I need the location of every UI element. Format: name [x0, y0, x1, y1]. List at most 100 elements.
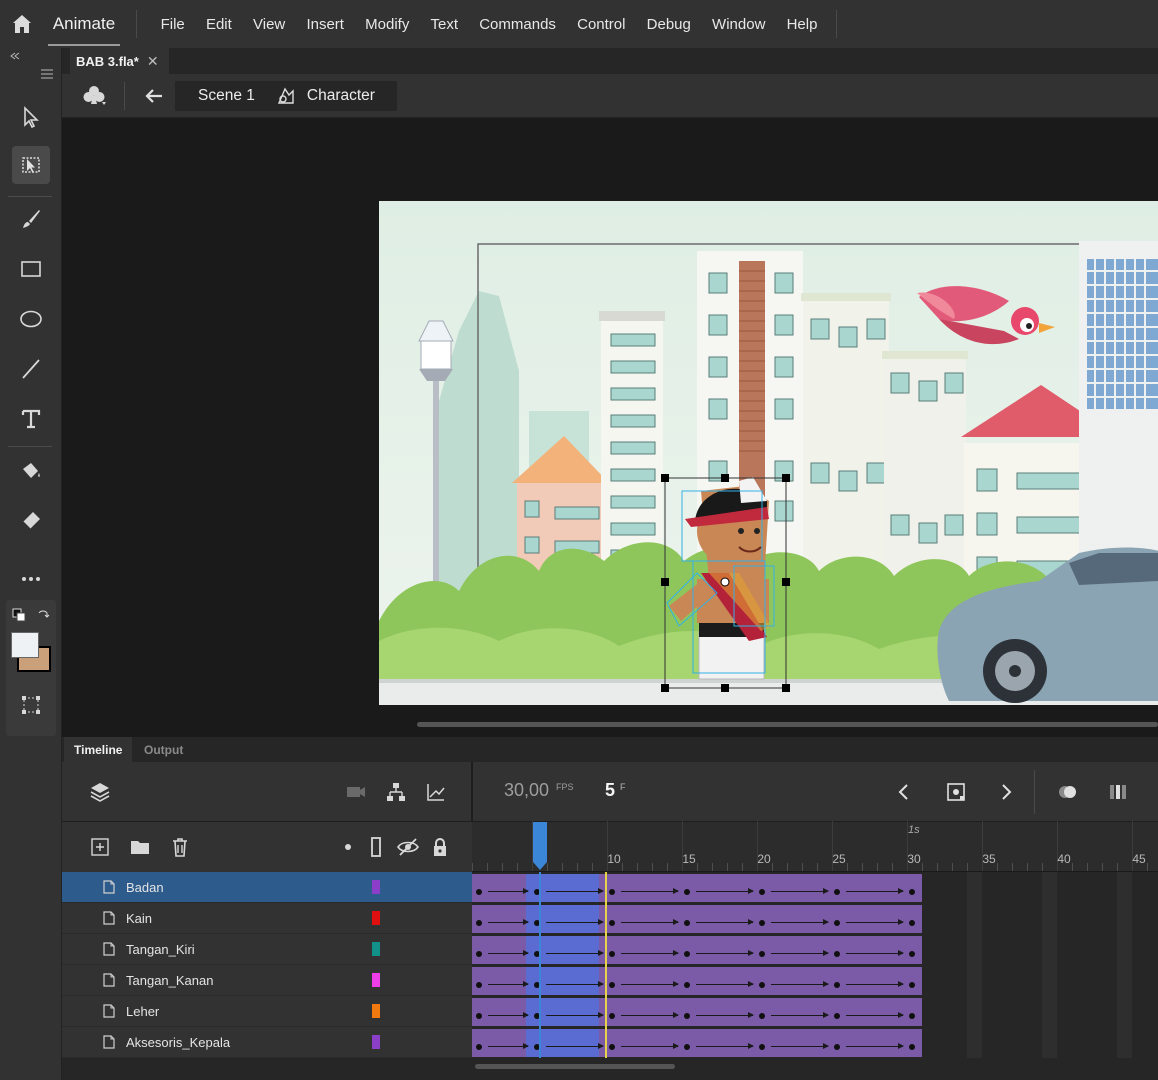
menu-file[interactable]: File — [150, 16, 195, 33]
keyframe[interactable] — [609, 1044, 615, 1050]
selected-frames[interactable] — [526, 1029, 599, 1057]
home-icon[interactable] — [10, 12, 34, 36]
menu-insert[interactable]: Insert — [296, 16, 355, 33]
frame-grid[interactable] — [472, 872, 1158, 1058]
previous-frame-icon[interactable] — [892, 780, 916, 804]
menu-debug[interactable]: Debug — [636, 16, 701, 33]
keyframe[interactable] — [834, 1013, 840, 1019]
keyframe[interactable] — [609, 920, 615, 926]
selected-frames[interactable] — [526, 998, 599, 1026]
parenting-icon[interactable] — [384, 780, 408, 804]
playhead[interactable] — [533, 822, 547, 870]
keyframe[interactable] — [759, 920, 765, 926]
breadcrumb-scene[interactable]: Scene 1 — [198, 87, 255, 105]
keyframe[interactable] — [684, 1013, 690, 1019]
new-folder-icon[interactable] — [128, 835, 152, 859]
fill-color-swatch[interactable] — [11, 632, 39, 658]
paint-bucket-tool[interactable] — [12, 452, 50, 490]
tab-output[interactable]: Output — [134, 737, 193, 763]
club-icon[interactable] — [80, 82, 108, 110]
keyframe[interactable] — [759, 1013, 765, 1019]
layer-color-swatch[interactable] — [372, 880, 380, 894]
keyframe[interactable] — [834, 889, 840, 895]
hide-icon[interactable] — [396, 835, 420, 859]
layer-row[interactable]: Badan — [62, 872, 472, 903]
menu-modify[interactable]: Modify — [355, 16, 420, 33]
layer-color-swatch[interactable] — [372, 942, 380, 956]
keyframe[interactable] — [834, 1044, 840, 1050]
keyframe[interactable] — [909, 920, 915, 926]
keyframe[interactable] — [609, 1013, 615, 1019]
line-tool[interactable] — [12, 350, 50, 388]
close-icon[interactable]: ✕ — [147, 53, 159, 70]
onion-skin-icon[interactable] — [1056, 780, 1080, 804]
keyframe[interactable] — [759, 951, 765, 957]
oval-tool[interactable] — [12, 300, 50, 338]
fps-value[interactable]: 30,00 — [504, 780, 549, 801]
keyframe[interactable] — [684, 1044, 690, 1050]
keyframe[interactable] — [476, 889, 482, 895]
layer-name[interactable]: Tangan_Kiri — [126, 942, 195, 957]
layer-color-swatch[interactable] — [372, 973, 380, 987]
menu-commands[interactable]: Commands — [469, 16, 567, 33]
keyframe[interactable] — [759, 1044, 765, 1050]
keyframe[interactable] — [909, 1013, 915, 1019]
keyframe[interactable] — [609, 889, 615, 895]
keyframe[interactable] — [909, 951, 915, 957]
frame-ruler[interactable]: 1s 51015202530354045 — [472, 821, 1158, 872]
keyframe[interactable] — [609, 982, 615, 988]
highlight-dot-icon[interactable] — [336, 835, 360, 859]
collapse-panel-icon[interactable] — [10, 52, 20, 60]
frame-row[interactable] — [472, 996, 1158, 1027]
frame-row[interactable] — [472, 1027, 1158, 1058]
selected-frames[interactable] — [526, 874, 599, 902]
layer-name[interactable]: Aksesoris_Kepala — [126, 1035, 230, 1050]
breadcrumb-symbol[interactable]: Character — [307, 87, 375, 105]
keyframe[interactable] — [476, 951, 482, 957]
graph-icon[interactable] — [424, 780, 448, 804]
camera-icon[interactable] — [344, 780, 368, 804]
tab-timeline[interactable]: Timeline — [64, 737, 133, 763]
frame-row[interactable] — [472, 934, 1158, 965]
rotation-tool[interactable] — [12, 686, 50, 724]
keyframe[interactable] — [476, 920, 482, 926]
app-name[interactable]: Animate — [48, 14, 120, 46]
swap-colors-icon[interactable] — [36, 608, 50, 622]
keyframe[interactable] — [834, 920, 840, 926]
menu-text[interactable]: Text — [420, 16, 469, 33]
rectangle-tool[interactable] — [12, 250, 50, 288]
keyframe[interactable] — [909, 889, 915, 895]
layer-name[interactable]: Leher — [126, 1004, 159, 1019]
menu-edit[interactable]: Edit — [195, 16, 242, 33]
frame-row[interactable] — [472, 903, 1158, 934]
layers-icon[interactable] — [88, 780, 112, 804]
selected-frames[interactable] — [526, 936, 599, 964]
keyframe[interactable] — [834, 982, 840, 988]
free-transform-tool[interactable] — [12, 146, 50, 184]
keyframe[interactable] — [476, 982, 482, 988]
keyframe[interactable] — [684, 951, 690, 957]
outline-icon[interactable] — [364, 835, 388, 859]
layer-color-swatch[interactable] — [372, 911, 380, 925]
menu-control[interactable]: Control — [567, 16, 637, 33]
new-layer-icon[interactable] — [88, 835, 112, 859]
insert-keyframe-icon[interactable] — [944, 780, 968, 804]
keyframe[interactable] — [476, 1044, 482, 1050]
frame-row[interactable] — [472, 965, 1158, 996]
keyframe[interactable] — [684, 920, 690, 926]
timeline-horizontal-scrollbar[interactable] — [475, 1064, 675, 1069]
keyframe[interactable] — [684, 889, 690, 895]
keyframe[interactable] — [759, 982, 765, 988]
current-frame-value[interactable]: 5 — [605, 780, 615, 801]
brush-tool[interactable] — [12, 200, 50, 238]
selected-frames[interactable] — [526, 905, 599, 933]
layer-row[interactable]: Leher — [62, 996, 472, 1027]
stage[interactable] — [379, 201, 1158, 705]
panel-menu-icon[interactable] — [40, 68, 54, 80]
frame-row[interactable] — [472, 872, 1158, 903]
keyframe[interactable] — [834, 951, 840, 957]
keyframe[interactable] — [684, 982, 690, 988]
text-tool[interactable] — [12, 400, 50, 438]
layer-row[interactable]: Kain — [62, 903, 472, 934]
keyframe[interactable] — [609, 951, 615, 957]
